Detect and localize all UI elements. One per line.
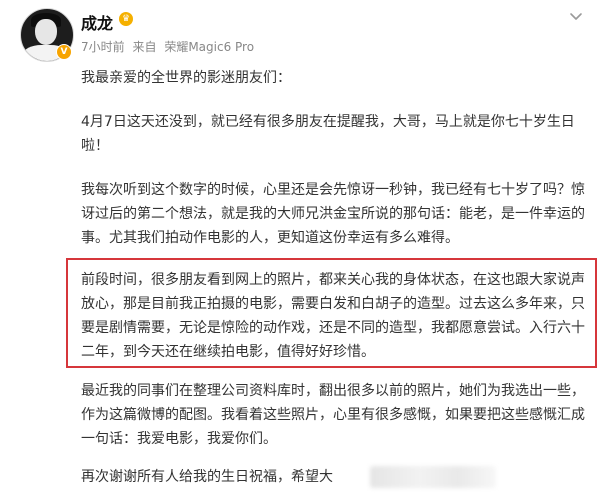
greeting-paragraph: 我最亲爱的全世界的影迷朋友们： — [81, 70, 291, 86]
blurred-text — [370, 466, 496, 488]
chevron-down-icon[interactable] — [566, 6, 586, 26]
author-name[interactable]: 成龙 — [81, 10, 113, 34]
age-paragraph: 我每次听到这个数字的时候，心里还是会先惊讶一秒钟，我已经有七十岁了吗？惊讶过后的… — [81, 182, 585, 246]
birthday-paragraph: 4月7日这天还没到，就已经有很多朋友在提醒我，大哥，马上就是你七十岁生日啦！ — [81, 114, 575, 154]
crown-icon[interactable]: ♛ — [119, 12, 133, 26]
photos-paragraph: 最近我的同事们在整理公司资料库时，翻出很多以前的照片，她们为我选出一些，作为这篇… — [81, 383, 585, 447]
post-time[interactable]: 7小时前 — [81, 40, 125, 54]
source-prefix: 来自 — [132, 40, 157, 54]
post-meta: 7小时前 来自 荣耀Magic6 Pro — [81, 38, 258, 55]
source-device: 荣耀Magic6 Pro — [164, 40, 255, 54]
highlighted-paragraph: 前段时间，很多朋友看到网上的照片，都来关心我的身体状态，在这也跟大家说声放心，那… — [81, 272, 585, 360]
v-badge-icon: V — [56, 44, 72, 60]
avatar-face-shape — [35, 19, 57, 45]
thanks-paragraph: 再次谢谢所有人给我的生日祝福，希望大 — [81, 469, 333, 485]
